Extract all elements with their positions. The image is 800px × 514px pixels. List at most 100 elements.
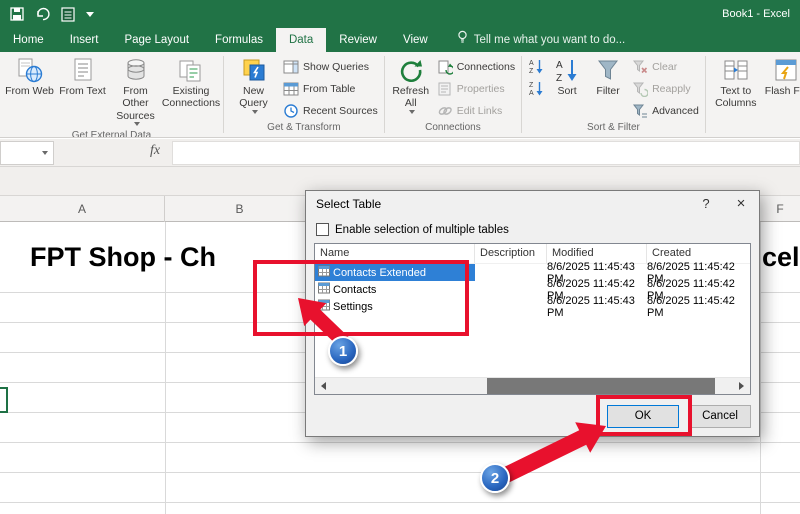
recent-sources-button[interactable]: Recent Sources	[280, 102, 381, 120]
checkbox-unchecked[interactable]	[316, 223, 329, 236]
from-text-button[interactable]: From Text	[56, 54, 109, 100]
column-header-f[interactable]: F	[760, 196, 800, 222]
svg-text:A: A	[529, 90, 534, 96]
properties-label: Properties	[456, 83, 505, 95]
existing-connections-icon	[178, 57, 204, 83]
group-data-tools: Text to Columns Flash Fill	[706, 52, 800, 137]
filter-funnel-icon	[595, 57, 621, 83]
help-button[interactable]: ?	[691, 191, 721, 217]
close-icon[interactable]: ×	[725, 191, 757, 217]
from-web-label: From Web	[5, 85, 54, 97]
refresh-all-label: Refresh All	[392, 85, 430, 110]
advanced-filter-button[interactable]: Advanced	[629, 102, 702, 120]
tell-me-label: Tell me what you want to do...	[473, 34, 626, 46]
window-title: Book1 - Excel	[722, 8, 790, 20]
edit-links-icon	[437, 103, 453, 119]
sort-label: Sort	[557, 85, 577, 97]
svg-text:Z: Z	[556, 73, 562, 83]
from-other-sources-label: From Other Sources	[116, 85, 155, 122]
show-queries-icon	[283, 59, 299, 75]
table-icon	[318, 282, 330, 297]
connections-button[interactable]: Connections	[434, 58, 518, 76]
insert-function-button[interactable]: fx	[150, 143, 160, 159]
horizontal-scrollbar[interactable]	[315, 377, 750, 394]
step-number: 1	[338, 342, 348, 360]
scroll-right-icon[interactable]	[733, 378, 750, 394]
tell-me-box[interactable]: Tell me what you want to do...	[457, 28, 626, 52]
from-table-button[interactable]: From Table	[280, 80, 381, 98]
group-connections: Refresh All Connections Properties Edit …	[385, 52, 521, 137]
dropdown-caret-icon	[133, 122, 140, 127]
svg-text:Z: Z	[529, 68, 534, 74]
table-list[interactable]: Name Description Modified Created Contac…	[314, 243, 751, 395]
from-web-button[interactable]: From Web	[3, 54, 56, 100]
database-icon	[123, 57, 149, 83]
cancel-button[interactable]: Cancel	[689, 405, 751, 428]
group-label-get-transform: Get & Transform	[267, 122, 341, 133]
group-label-get-external-data: Get External Data	[71, 130, 152, 138]
show-queries-label: Show Queries	[303, 61, 369, 73]
step-number: 2	[490, 469, 500, 487]
ribbon-data: From Web From Text From Other Sources Ex…	[0, 52, 800, 138]
formula-bar: fx	[0, 139, 800, 167]
from-text-label: From Text	[59, 85, 106, 97]
multiple-tables-checkbox-row[interactable]: Enable selection of multiple tables	[316, 223, 509, 236]
sort-button[interactable]: AZ Sort	[547, 54, 587, 100]
filter-button[interactable]: Filter	[587, 54, 629, 100]
excel-document-icon	[61, 6, 75, 22]
tab-formulas[interactable]: Formulas	[202, 28, 276, 52]
tab-data[interactable]: Data	[275, 28, 327, 52]
reapply-button: Reapply	[629, 80, 702, 98]
new-query-button[interactable]: New Query	[227, 54, 280, 117]
sort-icon: AZ	[554, 57, 580, 84]
name-box[interactable]	[0, 141, 54, 165]
dialog-title-bar[interactable]: Select Table ? ×	[306, 191, 759, 217]
formula-input[interactable]	[172, 141, 800, 165]
tab-view[interactable]: View	[390, 28, 441, 52]
advanced-filter-icon	[632, 103, 648, 119]
show-queries-button[interactable]: Show Queries	[280, 58, 381, 76]
group-get-transform: New Query Show Queries From Table Recent…	[224, 52, 384, 137]
table-icon	[318, 299, 330, 314]
save-icon[interactable]	[10, 7, 24, 21]
tab-insert[interactable]: Insert	[57, 28, 112, 52]
flash-fill-button[interactable]: Flash Fill	[763, 54, 800, 100]
column-header-a[interactable]: A	[0, 196, 165, 222]
grid-line	[0, 502, 800, 503]
reapply-label: Reapply	[652, 83, 691, 95]
from-other-sources-button[interactable]: From Other Sources	[109, 54, 162, 129]
edit-links-button: Edit Links	[434, 102, 518, 120]
dropdown-caret-icon	[251, 109, 258, 114]
ok-button[interactable]: OK	[607, 405, 679, 428]
grid-line	[0, 472, 800, 473]
from-text-icon	[70, 57, 96, 83]
flash-fill-icon	[773, 57, 799, 83]
flash-fill-label: Flash Fill	[764, 85, 800, 97]
step-badge-2: 2	[480, 463, 510, 493]
tab-home[interactable]: Home	[0, 28, 57, 52]
tab-review[interactable]: Review	[326, 28, 390, 52]
tab-page-layout[interactable]: Page Layout	[111, 28, 202, 52]
connections-label: Connections	[456, 61, 516, 73]
existing-connections-button[interactable]: Existing Connections	[162, 54, 220, 113]
scrollbar-thumb[interactable]	[487, 378, 715, 394]
from-table-icon	[283, 81, 299, 97]
step-badge-1: 1	[328, 336, 358, 366]
column-header-description[interactable]: Description	[475, 244, 547, 263]
scroll-left-icon[interactable]	[315, 378, 332, 394]
reapply-icon	[632, 81, 649, 98]
table-name: Contacts	[333, 283, 377, 296]
refresh-all-button[interactable]: Refresh All	[388, 54, 434, 117]
table-modified: 8/6/2025 11:45:43 PM	[547, 294, 635, 319]
from-web-icon	[17, 57, 43, 83]
column-header-name[interactable]: Name	[315, 244, 475, 263]
sort-a-to-z-icon[interactable]: AZ	[528, 58, 544, 75]
undo-icon[interactable]	[35, 7, 50, 21]
text-to-columns-button[interactable]: Text to Columns	[709, 54, 763, 113]
table-name: Contacts Extended	[333, 266, 426, 279]
sort-z-to-a-icon[interactable]: ZA	[528, 80, 544, 97]
customize-quick-access-icon[interactable]	[86, 11, 94, 17]
cell-title-text: FPT Shop - Ch	[30, 242, 216, 272]
table-row[interactable]: Settings 8/6/2025 11:45:43 PM 8/6/2025 1…	[315, 295, 750, 319]
column-header-b[interactable]: B	[165, 196, 315, 222]
